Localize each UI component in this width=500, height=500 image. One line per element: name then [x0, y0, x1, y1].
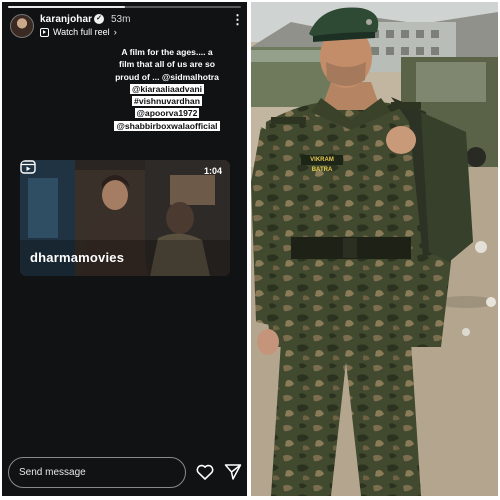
send-message-input[interactable]: Send message: [8, 457, 186, 488]
send-message-placeholder: Send message: [19, 467, 86, 478]
caption-line: A film for the ages.... a: [121, 47, 213, 57]
soldier-photo: VIKRAM BATRA: [251, 2, 498, 496]
soldier-scene: [251, 2, 498, 496]
more-vertical-icon[interactable]: ⋮: [231, 13, 244, 26]
instagram-story: karanjohar ✓ 53m ⋮ Watch full reel › A f…: [2, 2, 247, 496]
story-username[interactable]: karanjohar: [40, 14, 92, 25]
shared-reel-card[interactable]: 1:04 dharmamovies: [20, 160, 230, 276]
story-progress-fill: [8, 6, 125, 8]
reel-brand: dharmamovies: [30, 250, 125, 265]
send-icon[interactable]: [224, 463, 242, 481]
avatar[interactable]: [10, 14, 34, 38]
chevron-right-icon: ›: [113, 27, 117, 37]
caption-mention[interactable]: @kiaraaliaadvani: [129, 83, 204, 94]
story-caption: A film for the ages.... a film that all …: [98, 46, 236, 132]
reel-icon: [40, 27, 49, 37]
caption-mention[interactable]: @apoorva1972: [134, 108, 200, 119]
reel-duration: 1:04: [203, 166, 222, 176]
story-timestamp: 53m: [111, 14, 131, 25]
heart-icon[interactable]: [196, 464, 214, 480]
watch-full-reel-link[interactable]: Watch full reel ›: [40, 27, 117, 37]
caption-hashtag[interactable]: #vishnuvardhan: [132, 96, 202, 107]
watch-full-reel-label: Watch full reel: [53, 27, 110, 37]
name-tape: VIKRAM BATRA: [301, 155, 343, 173]
reels-icon: [20, 160, 36, 174]
verified-badge-icon: ✓: [94, 14, 104, 24]
screenshot-collage: karanjohar ✓ 53m ⋮ Watch full reel › A f…: [0, 0, 500, 500]
caption-mention[interactable]: @shabbirboxwalaofficial: [114, 120, 220, 131]
caption-line[interactable]: proud of ... @sidmalhotra: [98, 71, 236, 83]
story-progress-bar: [8, 6, 241, 8]
caption-line: film that all of us are so: [119, 59, 215, 70]
